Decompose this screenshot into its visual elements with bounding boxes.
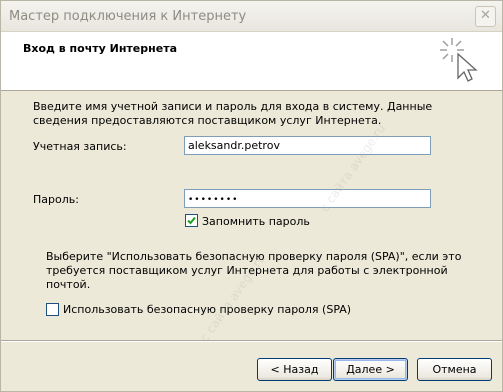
check-icon	[187, 216, 196, 225]
wizard-sparkle-cursor-icon	[440, 38, 478, 82]
password-input[interactable]: ••••••••	[184, 189, 431, 208]
intro-text: Введите имя учетной записи и пароль для …	[33, 100, 433, 127]
spa-description: Выберите "Использовать безопасную провер…	[46, 250, 462, 291]
title-bar[interactable]: Мастер подключения к Интернету ✕	[1, 1, 502, 32]
spa-checkbox[interactable]	[46, 303, 59, 316]
spa-checkbox-label[interactable]: Использовать безопасную проверку пароля …	[63, 303, 351, 316]
remember-password-checkbox[interactable]	[185, 214, 198, 227]
wizard-window: Мастер подключения к Интернету ✕ Вход в …	[0, 0, 503, 392]
window-title: Мастер подключения к Интернету	[9, 9, 247, 24]
footer-separator	[1, 340, 502, 342]
close-icon: ✕	[480, 8, 491, 23]
account-label: Учетная запись:	[33, 140, 127, 153]
password-value: ••••••••	[188, 195, 239, 205]
wizard-header: Вход в почту Интернета	[1, 32, 502, 91]
close-button[interactable]: ✕	[475, 6, 496, 27]
account-input[interactable]: aleksandr.petrov	[184, 136, 431, 155]
page-title: Вход в почту Интернета	[23, 42, 177, 55]
account-value: aleksandr.petrov	[188, 139, 280, 152]
cancel-button[interactable]: Отмена	[417, 358, 492, 381]
back-button[interactable]: < Назад	[257, 358, 332, 381]
password-label: Пароль:	[33, 193, 79, 206]
next-button[interactable]: Далее >	[333, 358, 408, 381]
remember-password-label[interactable]: Запомнить пароль	[202, 215, 310, 228]
